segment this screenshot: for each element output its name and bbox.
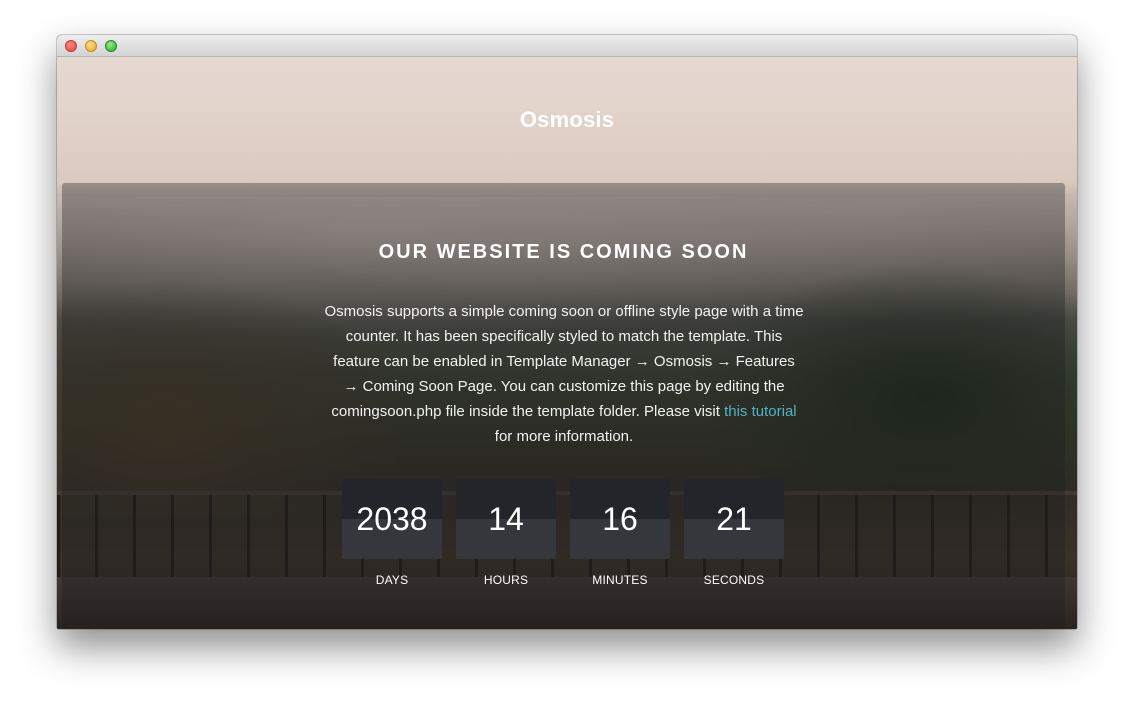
minutes-value: 16 <box>570 479 670 559</box>
days-label: DAYS <box>375 573 409 587</box>
zoom-window-icon[interactable] <box>105 40 117 52</box>
site-logo[interactable]: Osmosis <box>57 107 1077 133</box>
countdown-seconds: 21 SECONDS <box>684 479 784 587</box>
countdown-days: 2038 DAYS <box>342 479 442 587</box>
countdown-minutes: 16 MINUTES <box>570 479 670 587</box>
coming-soon-heading: OUR WEBSITE IS COMING SOON <box>378 241 749 263</box>
seconds-label: SECONDS <box>703 573 765 587</box>
days-value: 2038 <box>342 479 442 559</box>
minimize-window-icon[interactable] <box>85 40 97 52</box>
minutes-label: MINUTES <box>592 573 648 587</box>
countdown-hours: 14 HOURS <box>456 479 556 587</box>
page-viewport: Osmosis OUR WEBSITE IS COMING SOON Osmos… <box>57 57 1077 629</box>
description-text-end: for more information. <box>494 428 634 445</box>
seconds-value: 21 <box>684 479 784 559</box>
coming-soon-description: Osmosis supports a simple coming soon or… <box>324 299 804 449</box>
close-window-icon[interactable] <box>65 40 77 52</box>
hours-value: 14 <box>456 479 556 559</box>
browser-window: Osmosis OUR WEBSITE IS COMING SOON Osmos… <box>57 35 1077 629</box>
coming-soon-panel: OUR WEBSITE IS COMING SOON Osmosis suppo… <box>62 183 1065 629</box>
window-titlebar[interactable] <box>57 35 1077 57</box>
tutorial-link[interactable]: this tutorial <box>724 403 797 420</box>
hours-label: HOURS <box>483 573 529 587</box>
